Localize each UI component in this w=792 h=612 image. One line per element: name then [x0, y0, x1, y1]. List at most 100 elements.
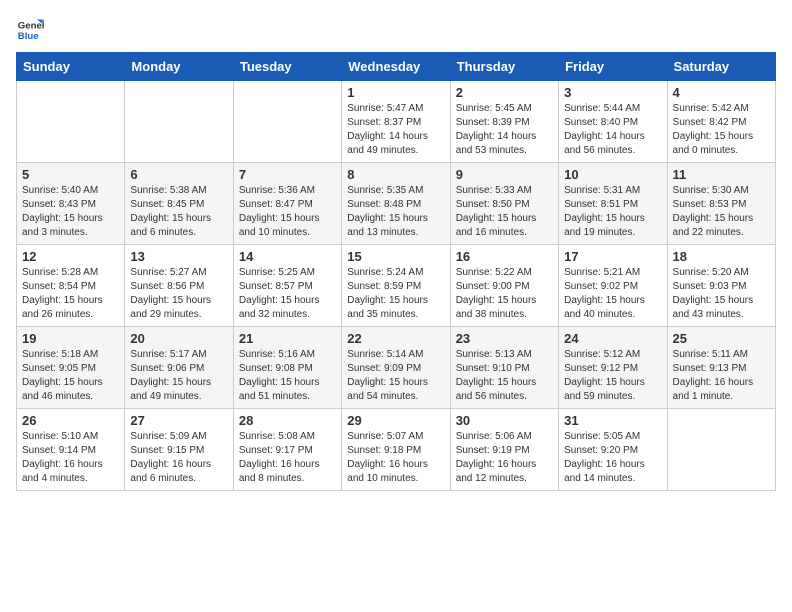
- calendar-cell: 20 Sunrise: 5:17 AM Sunset: 9:06 PM Dayli…: [125, 327, 233, 409]
- day-info: Sunrise: 5:20 AM Sunset: 9:03 PM Dayligh…: [673, 266, 770, 322]
- calendar-cell: 3Sunrise: 5:44 AM Sunset: 8:40 PM Daylig…: [559, 81, 667, 163]
- day-info: Sunrise: 5:33 AM Sunset: 8:50 PM Dayligh…: [456, 184, 553, 240]
- day-info: Sunrise: 5:17 AM Sunset: 9:06 PM Dayligh…: [130, 348, 227, 404]
- day-number: 1: [347, 85, 444, 100]
- day-number: 7: [239, 167, 336, 182]
- calendar-week-row: 19 Sunrise: 5:18 AM Sunset: 9:05 PM Dayli…: [17, 327, 776, 409]
- calendar-cell: 14 Sunrise: 5:25 AM Sunset: 8:57 PM Dayli…: [233, 245, 341, 327]
- day-info: Sunrise: 5:28 AM Sunset: 8:54 PM Dayligh…: [22, 266, 119, 322]
- calendar-cell: [233, 81, 341, 163]
- calendar-cell: 29Sunrise: 5:07 AM Sunset: 9:18 PM Dayli…: [342, 409, 450, 491]
- day-info: Sunrise: 5:27 AM Sunset: 8:56 PM Dayligh…: [130, 266, 227, 322]
- day-number: 11: [673, 167, 770, 182]
- day-info: Sunrise: 5:13 AM Sunset: 9:10 PM Dayligh…: [456, 348, 553, 404]
- day-info: Sunrise: 5:12 AM Sunset: 9:12 PM Dayligh…: [564, 348, 661, 404]
- day-info: Sunrise: 5:21 AM Sunset: 9:02 PM Dayligh…: [564, 266, 661, 322]
- calendar-cell: 4 Sunrise: 5:42 AM Sunset: 8:42 PM Daylig…: [667, 81, 775, 163]
- day-number: 6: [130, 167, 227, 182]
- day-info: Sunrise: 5:42 AM Sunset: 8:42 PM Dayligh…: [673, 102, 770, 158]
- page-header: General Blue: [16, 16, 776, 44]
- calendar-cell: 27 Sunrise: 5:09 AM Sunset: 9:15 PM Dayli…: [125, 409, 233, 491]
- day-info: Sunrise: 5:40 AM Sunset: 8:43 PM Dayligh…: [22, 184, 119, 240]
- calendar-cell: 10 Sunrise: 5:31 AM Sunset: 8:51 PM Dayli…: [559, 163, 667, 245]
- day-number: 22: [347, 331, 444, 346]
- day-info: Sunrise: 5:18 AM Sunset: 9:05 PM Dayligh…: [22, 348, 119, 404]
- weekday-header-saturday: Saturday: [667, 53, 775, 81]
- calendar-cell: [667, 409, 775, 491]
- weekday-header-monday: Monday: [125, 53, 233, 81]
- day-info: Sunrise: 5:09 AM Sunset: 9:15 PM Dayligh…: [130, 430, 227, 486]
- day-info: Sunrise: 5:25 AM Sunset: 8:57 PM Dayligh…: [239, 266, 336, 322]
- day-number: 24: [564, 331, 661, 346]
- calendar-cell: 22 Sunrise: 5:14 AM Sunset: 9:09 PM Dayli…: [342, 327, 450, 409]
- calendar-cell: 12Sunrise: 5:28 AM Sunset: 8:54 PM Dayli…: [17, 245, 125, 327]
- calendar-cell: 25 Sunrise: 5:11 AM Sunset: 9:13 PM Dayli…: [667, 327, 775, 409]
- day-number: 8: [347, 167, 444, 182]
- weekday-header-tuesday: Tuesday: [233, 53, 341, 81]
- calendar-cell: 26 Sunrise: 5:10 AM Sunset: 9:14 PM Dayli…: [17, 409, 125, 491]
- calendar-cell: 31 Sunrise: 5:05 AM Sunset: 9:20 PM Dayli…: [559, 409, 667, 491]
- logo: General Blue: [16, 16, 48, 44]
- day-info: Sunrise: 5:47 AM Sunset: 8:37 PM Dayligh…: [347, 102, 444, 158]
- day-number: 23: [456, 331, 553, 346]
- day-number: 27: [130, 413, 227, 428]
- day-info: Sunrise: 5:05 AM Sunset: 9:20 PM Dayligh…: [564, 430, 661, 486]
- calendar-cell: 17 Sunrise: 5:21 AM Sunset: 9:02 PM Dayli…: [559, 245, 667, 327]
- calendar-cell: 23 Sunrise: 5:13 AM Sunset: 9:10 PM Dayli…: [450, 327, 558, 409]
- calendar-cell: 5 Sunrise: 5:40 AM Sunset: 8:43 PM Daylig…: [17, 163, 125, 245]
- day-number: 5: [22, 167, 119, 182]
- day-number: 28: [239, 413, 336, 428]
- calendar-week-row: 26 Sunrise: 5:10 AM Sunset: 9:14 PM Dayli…: [17, 409, 776, 491]
- day-number: 21: [239, 331, 336, 346]
- day-number: 15: [347, 249, 444, 264]
- day-info: Sunrise: 5:31 AM Sunset: 8:51 PM Dayligh…: [564, 184, 661, 240]
- weekday-header-sunday: Sunday: [17, 53, 125, 81]
- weekday-header-thursday: Thursday: [450, 53, 558, 81]
- calendar-cell: 16Sunrise: 5:22 AM Sunset: 9:00 PM Dayli…: [450, 245, 558, 327]
- day-number: 9: [456, 167, 553, 182]
- calendar-cell: 9 Sunrise: 5:33 AM Sunset: 8:50 PM Daylig…: [450, 163, 558, 245]
- day-info: Sunrise: 5:38 AM Sunset: 8:45 PM Dayligh…: [130, 184, 227, 240]
- calendar-cell: 21 Sunrise: 5:16 AM Sunset: 9:08 PM Dayli…: [233, 327, 341, 409]
- svg-text:Blue: Blue: [18, 31, 39, 42]
- calendar-cell: 6 Sunrise: 5:38 AM Sunset: 8:45 PM Daylig…: [125, 163, 233, 245]
- day-info: Sunrise: 5:11 AM Sunset: 9:13 PM Dayligh…: [673, 348, 770, 404]
- day-number: 13: [130, 249, 227, 264]
- calendar-cell: 30Sunrise: 5:06 AM Sunset: 9:19 PM Dayli…: [450, 409, 558, 491]
- calendar-cell: 13 Sunrise: 5:27 AM Sunset: 8:56 PM Dayli…: [125, 245, 233, 327]
- weekday-header-wednesday: Wednesday: [342, 53, 450, 81]
- calendar-cell: 15Sunrise: 5:24 AM Sunset: 8:59 PM Dayli…: [342, 245, 450, 327]
- calendar-cell: 2Sunrise: 5:45 AM Sunset: 8:39 PM Daylig…: [450, 81, 558, 163]
- day-number: 19: [22, 331, 119, 346]
- day-number: 18: [673, 249, 770, 264]
- svg-text:General: General: [18, 20, 44, 31]
- day-info: Sunrise: 5:16 AM Sunset: 9:08 PM Dayligh…: [239, 348, 336, 404]
- day-number: 4: [673, 85, 770, 100]
- day-number: 14: [239, 249, 336, 264]
- day-number: 20: [130, 331, 227, 346]
- calendar-cell: 8 Sunrise: 5:35 AM Sunset: 8:48 PM Daylig…: [342, 163, 450, 245]
- day-number: 29: [347, 413, 444, 428]
- calendar-cell: [125, 81, 233, 163]
- day-info: Sunrise: 5:30 AM Sunset: 8:53 PM Dayligh…: [673, 184, 770, 240]
- day-number: 17: [564, 249, 661, 264]
- day-number: 25: [673, 331, 770, 346]
- day-number: 3: [564, 85, 661, 100]
- calendar-table: SundayMondayTuesdayWednesdayThursdayFrid…: [16, 52, 776, 491]
- day-number: 26: [22, 413, 119, 428]
- calendar-week-row: 12Sunrise: 5:28 AM Sunset: 8:54 PM Dayli…: [17, 245, 776, 327]
- day-info: Sunrise: 5:14 AM Sunset: 9:09 PM Dayligh…: [347, 348, 444, 404]
- day-info: Sunrise: 5:10 AM Sunset: 9:14 PM Dayligh…: [22, 430, 119, 486]
- day-number: 16: [456, 249, 553, 264]
- day-number: 30: [456, 413, 553, 428]
- calendar-week-row: 5 Sunrise: 5:40 AM Sunset: 8:43 PM Daylig…: [17, 163, 776, 245]
- calendar-cell: 19 Sunrise: 5:18 AM Sunset: 9:05 PM Dayli…: [17, 327, 125, 409]
- calendar-cell: [17, 81, 125, 163]
- calendar-cell: 24 Sunrise: 5:12 AM Sunset: 9:12 PM Dayli…: [559, 327, 667, 409]
- day-info: Sunrise: 5:08 AM Sunset: 9:17 PM Dayligh…: [239, 430, 336, 486]
- logo-icon: General Blue: [16, 16, 44, 44]
- day-number: 10: [564, 167, 661, 182]
- day-info: Sunrise: 5:35 AM Sunset: 8:48 PM Dayligh…: [347, 184, 444, 240]
- weekday-header-row: SundayMondayTuesdayWednesdayThursdayFrid…: [17, 53, 776, 81]
- day-number: 31: [564, 413, 661, 428]
